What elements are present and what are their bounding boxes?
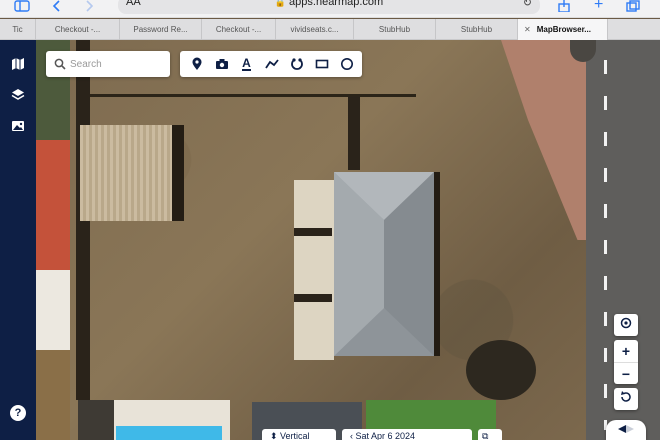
layers-icon[interactable] [8,85,28,105]
reload-icon[interactable]: ↻ [523,0,532,9]
compass-button[interactable] [606,420,646,440]
tab-7[interactable]: StubHub [436,19,518,40]
help-button[interactable]: ? [10,405,26,421]
tab-label: StubHub [378,25,411,34]
map-slab-line [294,228,332,236]
map-slab-line [294,294,332,302]
sidebar-toggle-icon[interactable] [14,0,30,14]
compare-button[interactable]: ⧉ [478,429,502,440]
crosshair-icon [619,316,633,335]
new-tab-icon[interactable]: + [594,0,603,14]
tab-6[interactable]: StubHub [354,19,436,40]
compare-icon: ⧉ [482,431,489,440]
sidebar: ? [0,40,36,440]
circle-icon[interactable] [334,53,359,75]
forward-icon[interactable] [84,0,94,14]
map-lane-marking [604,60,607,430]
tab-label: Checkout -... [54,25,101,34]
date-label: Sat Apr 6 2024 [355,431,416,440]
tab-2[interactable]: Checkout -... [36,19,120,40]
radius-icon[interactable] [284,53,309,75]
map-shed-shadow [172,125,184,221]
tab-label: StubHub [460,25,493,34]
address-bar[interactable]: AA 🔒 apps.nearmap.com ↻ [118,0,540,14]
url-text: 🔒 apps.nearmap.com [118,0,540,8]
browser-toolbar: AA 🔒 apps.nearmap.com ↻ + [0,0,660,18]
zoom-out-button[interactable]: − [614,362,638,384]
map-tree [466,340,536,400]
tab-label: Checkout -... [215,25,262,34]
tab-bar: Tic Checkout -... Password Re... Checkout -… [0,19,660,40]
tab-4[interactable]: Checkout -... [202,19,276,40]
rotate-button[interactable] [614,388,638,410]
map-pool [116,426,222,440]
tab-8[interactable]: ✕ MapBrowser... [518,19,608,40]
search-icon [54,57,66,75]
polyline-icon[interactable] [259,53,284,75]
tab-label: Password Re... [133,25,188,34]
url-value: apps.nearmap.com [289,0,384,8]
view-mode-label: Vertical [280,431,310,440]
text-tool-label: A [242,55,251,71]
map-house-roof [334,172,440,356]
drawing-toolbar: A [180,51,362,77]
compass-icon [616,421,636,439]
share-icon[interactable] [558,0,570,14]
tab-1[interactable]: Tic [0,19,36,40]
tab-label: vividseats.c... [290,25,339,34]
search-input[interactable] [70,55,164,73]
view-mode-icon: ⬍ [270,431,281,440]
aerial-map[interactable] [36,40,660,440]
map-slab [294,180,334,360]
back-icon[interactable] [52,0,62,14]
map-icon[interactable] [8,54,28,74]
close-tab-icon[interactable]: ✕ [524,25,531,34]
marker-icon[interactable] [184,53,209,75]
tab-label: Tic [12,25,23,34]
locate-button[interactable] [614,314,638,336]
lock-icon: 🔒 [274,0,286,7]
text-icon[interactable]: A [234,53,259,75]
search-box [46,51,170,77]
map-carport [78,400,114,440]
map-driveway [501,40,591,240]
view-mode-button[interactable]: ⬍ Vertical [262,429,336,440]
map-ground [36,350,70,440]
tab-5[interactable]: vividseats.c... [276,19,354,40]
rotate-icon [619,390,633,409]
map-fence [76,94,416,97]
map-building [36,270,70,350]
camera-icon[interactable] [209,53,234,75]
zoom-in-button[interactable]: + [614,340,638,362]
tab-overview-icon[interactable] [626,0,640,14]
map-red-roof [36,140,70,270]
map-shadow [348,96,360,170]
tab-label: MapBrowser... [536,25,591,34]
date-selector[interactable]: ‹ Sat Apr 6 2024 [342,429,472,440]
image-icon[interactable] [8,116,28,136]
rectangle-icon[interactable] [309,53,334,75]
map-shed [80,125,172,221]
tab-3[interactable]: Password Re... [120,19,202,40]
zoom-controls: + − [614,340,638,384]
